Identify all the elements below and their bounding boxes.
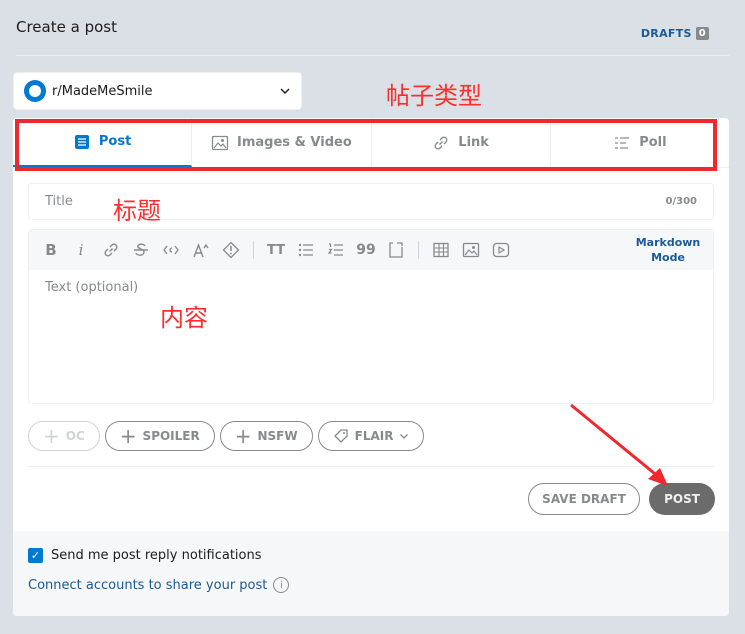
plus-icon: + <box>119 424 137 448</box>
tab-images-video[interactable]: Images & Video <box>192 118 372 167</box>
chevron-down-icon <box>280 88 290 94</box>
tab-images-video-label: Images & Video <box>237 135 352 150</box>
annotation-content: 内容 <box>160 304 208 332</box>
superscript-button[interactable] <box>189 238 213 262</box>
image-upload-button[interactable] <box>459 238 483 262</box>
code-block-button[interactable] <box>384 238 408 262</box>
community-avatar <box>24 80 46 102</box>
video-icon <box>492 242 510 258</box>
link-icon <box>104 243 118 257</box>
post-footer: ✓ Send me post reply notifications Conne… <box>13 531 729 616</box>
superscript-icon <box>193 243 209 258</box>
bulleted-list-icon <box>298 243 313 257</box>
flair-label: FLAIR <box>354 429 394 443</box>
page-title: Create a post <box>16 18 117 36</box>
annotation-title: 标题 <box>113 197 161 225</box>
image-icon <box>211 135 229 150</box>
nsfw-label: NSFW <box>257 429 298 443</box>
numbered-list-icon <box>327 243 343 256</box>
connect-accounts-link[interactable]: Connect accounts to share your post i <box>28 577 290 593</box>
drafts-button[interactable]: DRAFTS 0 <box>641 27 709 40</box>
tab-poll[interactable]: Poll <box>551 118 729 167</box>
post-type-tabs: Post Images & Video Link Poll <box>13 118 729 168</box>
text-editor[interactable]: B i TT 99 Markdown Mode Text (optional) <box>28 229 714 404</box>
quote-button[interactable]: 99 <box>354 238 378 262</box>
spoiler-alert-icon <box>222 241 240 259</box>
info-icon[interactable]: i <box>273 577 290 593</box>
spoiler-button[interactable] <box>219 238 243 262</box>
divider <box>28 466 714 467</box>
link-button[interactable] <box>99 238 123 262</box>
tab-post[interactable]: Post <box>13 118 193 167</box>
annotation-post-type: 帖子类型 <box>386 82 482 110</box>
drafts-label: DRAFTS <box>640 27 692 40</box>
numbered-list-button[interactable] <box>324 238 348 262</box>
markdown-mode-button[interactable]: Markdown Mode <box>633 235 703 266</box>
bold-button[interactable]: B <box>39 238 63 262</box>
editor-toolbar: B i TT 99 Markdown Mode <box>29 230 713 270</box>
title-char-counter: 0/300 <box>665 196 697 207</box>
spoiler-button[interactable]: + SPOILER <box>104 421 215 451</box>
notify-checkbox[interactable]: ✓ <box>28 548 43 563</box>
plus-icon: + <box>234 424 252 448</box>
table-button[interactable] <box>429 238 453 262</box>
flair-button[interactable]: FLAIR <box>317 421 425 451</box>
tab-poll-label: Poll <box>639 135 667 150</box>
italic-button[interactable]: i <box>69 238 93 262</box>
poll-icon <box>615 136 630 149</box>
strikethrough-icon <box>134 243 148 256</box>
oc-button[interactable]: + OC <box>28 421 100 451</box>
notify-option: ✓ Send me post reply notifications <box>28 548 262 563</box>
post-button[interactable]: POST <box>649 483 715 515</box>
inline-code-icon <box>163 245 179 255</box>
strikethrough-button[interactable] <box>129 238 153 262</box>
drafts-count: 0 <box>695 27 709 40</box>
community-name: r/MadeMeSmile <box>52 83 153 99</box>
save-draft-button[interactable]: SAVE DRAFT <box>528 483 640 515</box>
toolbar-separator <box>253 241 254 259</box>
chevron-down-icon <box>400 434 409 439</box>
notify-label: Send me post reply notifications <box>51 548 262 563</box>
spoiler-label: SPOILER <box>142 429 200 443</box>
community-selector[interactable]: r/MadeMeSmile <box>13 72 302 110</box>
connect-accounts-label: Connect accounts to share your post <box>28 577 268 593</box>
code-block-icon <box>389 242 403 258</box>
text-body-placeholder: Text (optional) <box>45 280 139 295</box>
tag-icon <box>333 429 348 443</box>
nsfw-button[interactable]: + NSFW <box>219 421 313 451</box>
table-icon <box>433 242 449 258</box>
tab-link[interactable]: Link <box>372 118 551 167</box>
video-upload-button[interactable] <box>489 238 513 262</box>
inline-code-button[interactable] <box>159 238 183 262</box>
link-icon <box>434 136 448 149</box>
heading-button[interactable]: TT <box>264 238 288 262</box>
toolbar-separator <box>418 241 419 259</box>
divider <box>16 55 729 56</box>
oc-label: OC <box>65 429 85 443</box>
post-flags: + OC + SPOILER + NSFW FLAIR <box>28 421 425 451</box>
image-icon <box>462 242 480 258</box>
bulleted-list-button[interactable] <box>294 238 318 262</box>
tab-link-label: Link <box>458 135 489 150</box>
tab-post-label: Post <box>98 134 132 149</box>
title-placeholder: Title <box>45 194 73 209</box>
plus-icon: + <box>43 424 60 448</box>
post-icon <box>74 134 89 149</box>
